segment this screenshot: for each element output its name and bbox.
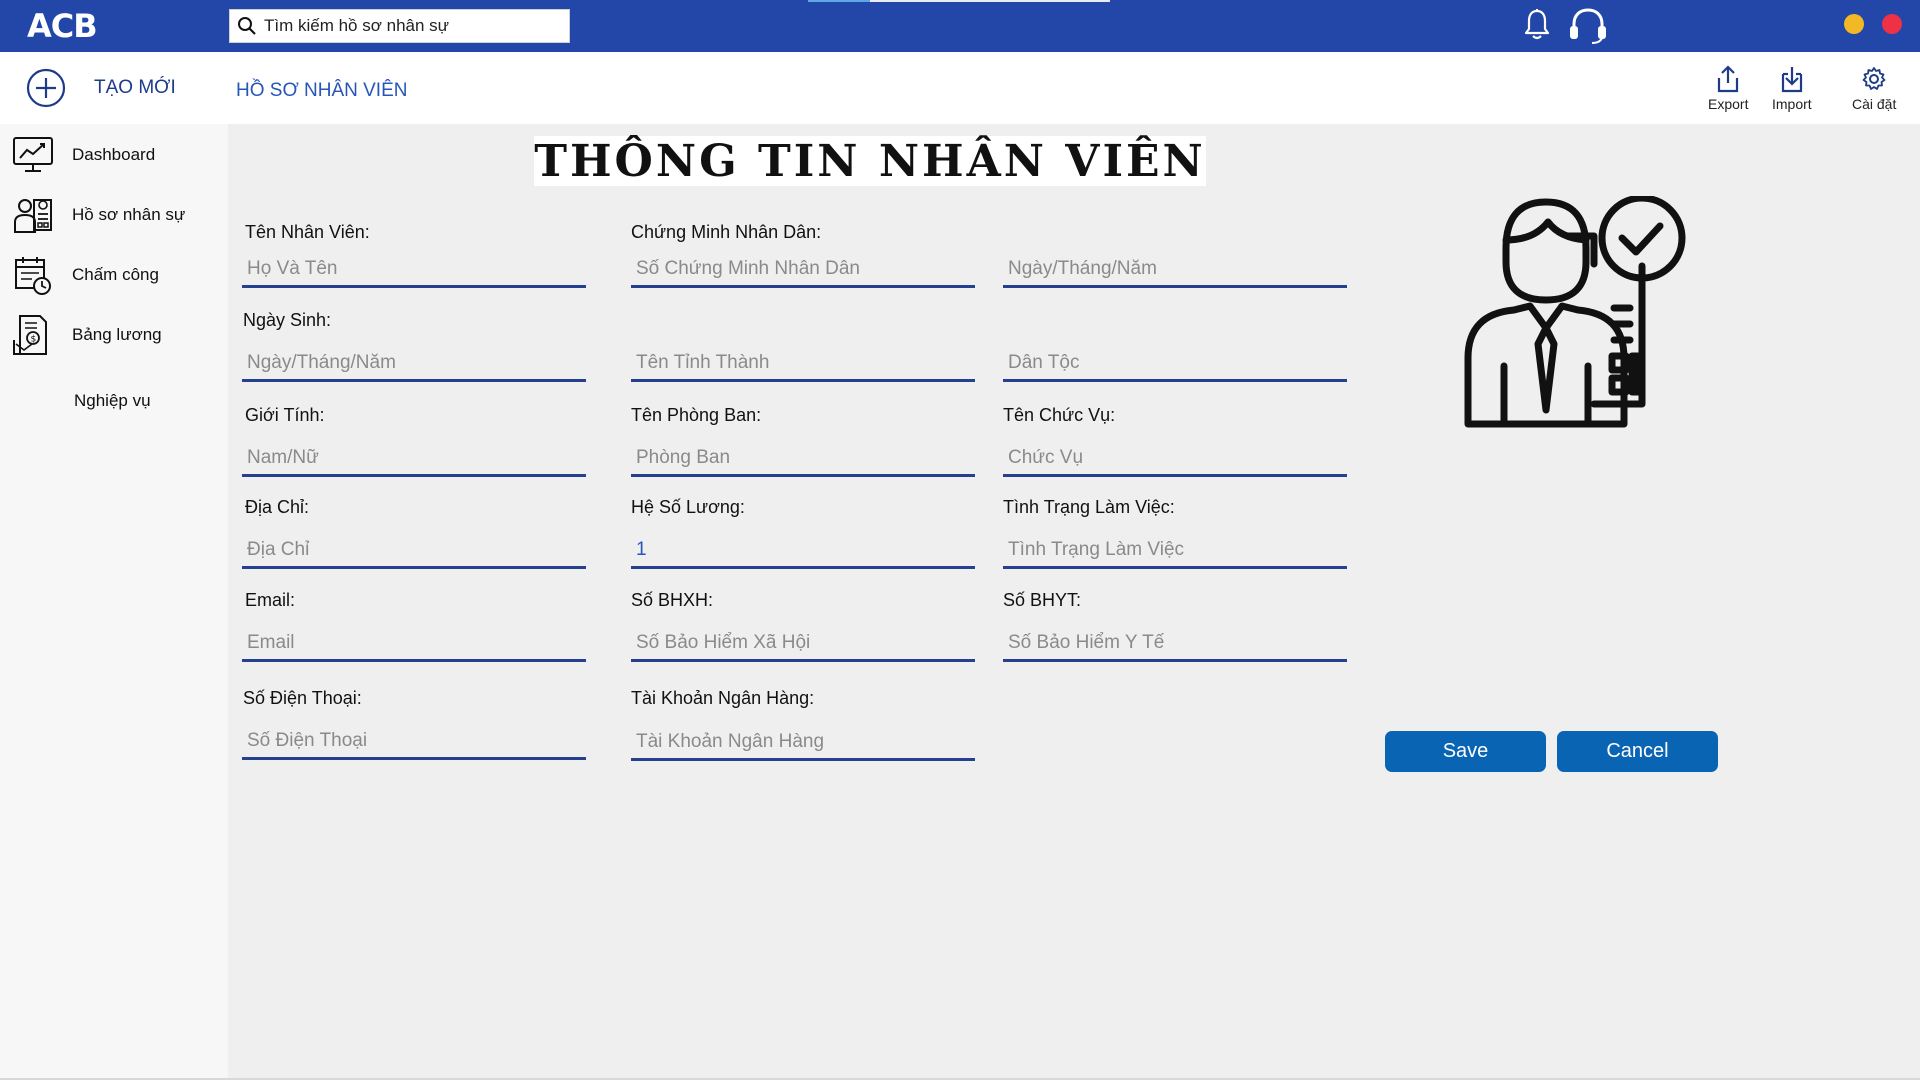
label-id-card: Chứng Minh Nhân Dân: — [631, 222, 822, 242]
id-card-input[interactable] — [631, 252, 975, 285]
sidebar-item-label: Chấm công — [72, 265, 159, 284]
id-date-field[interactable] — [1003, 252, 1347, 288]
import-label: Import — [1772, 96, 1812, 112]
export-button[interactable]: Export — [1708, 64, 1748, 112]
salary-coef-field[interactable] — [631, 533, 975, 569]
label-dob: Ngày Sinh: — [243, 310, 332, 330]
sidebar: Dashboard Hồ sơ nhân sự Chấm công $ Bảng… — [0, 124, 228, 1080]
sidebar-item-label: Bảng lương — [72, 325, 162, 344]
email-input[interactable] — [242, 626, 586, 659]
create-new-button[interactable]: TẠO MỚI — [26, 68, 176, 108]
name-input[interactable] — [242, 252, 586, 285]
close-button[interactable] — [1882, 14, 1902, 34]
import-icon — [1781, 67, 1802, 93]
sidebar-item-timekeeping[interactable]: Chấm công — [12, 254, 159, 296]
label-bank-account: Tài Khoản Ngân Hàng: — [631, 688, 815, 708]
address-field[interactable] — [242, 533, 586, 569]
label-address: Địa Chỉ: — [245, 497, 310, 517]
bank-account-input[interactable] — [631, 725, 975, 758]
position-input[interactable] — [1003, 441, 1347, 474]
tab-employee-profile[interactable]: HỒ SƠ NHÂN VIÊN — [236, 80, 407, 102]
top-bar: ACB — [0, 0, 1920, 52]
bell-icon[interactable] — [1522, 8, 1552, 42]
health-insurance-input[interactable] — [1003, 626, 1347, 659]
ethnicity-field[interactable] — [1003, 346, 1347, 382]
health-insurance-field[interactable] — [1003, 626, 1347, 662]
position-field[interactable] — [1003, 441, 1347, 477]
employee-id-illustration-icon — [1464, 196, 1686, 428]
export-icon — [1718, 65, 1739, 93]
name-field[interactable] — [242, 252, 586, 288]
settings-label: Cài đặt — [1852, 96, 1897, 112]
province-input[interactable] — [631, 346, 975, 379]
province-field[interactable] — [631, 346, 975, 382]
social-insurance-field[interactable] — [631, 626, 975, 662]
sidebar-item-label: Nghiệp vụ — [74, 391, 151, 410]
address-input[interactable] — [242, 533, 586, 566]
sidebar-item-operations[interactable]: Nghiệp vụ — [12, 380, 151, 422]
salary-coef-input[interactable] — [631, 533, 975, 566]
sidebar-item-label: Dashboard — [72, 145, 156, 164]
search-icon — [230, 9, 264, 43]
save-button[interactable]: Save — [1385, 731, 1546, 772]
chart-monitor-icon — [13, 137, 53, 172]
department-input[interactable] — [631, 441, 975, 474]
label-name: Tên Nhân Viên: — [245, 222, 370, 242]
gender-input[interactable] — [242, 441, 586, 474]
label-phone: Số Điện Thoại: — [243, 688, 362, 708]
payroll-icon: $ — [13, 315, 47, 355]
bank-account-field[interactable] — [631, 725, 975, 761]
settings-button[interactable]: Cài đặt — [1852, 64, 1896, 112]
department-field[interactable] — [631, 441, 975, 477]
label-position: Tên Chức Vụ: — [1003, 405, 1116, 425]
work-status-field[interactable] — [1003, 533, 1347, 569]
sidebar-item-label: Hồ sơ nhân sự — [72, 205, 186, 224]
id-card-field[interactable] — [631, 252, 975, 288]
ethnicity-input[interactable] — [1003, 346, 1347, 379]
toolbar: TẠO MỚI HỒ SƠ NHÂN VIÊN Export Import Cà… — [0, 52, 1920, 124]
label-department: Tên Phòng Ban: — [631, 405, 762, 425]
sidebar-item-employee-profile[interactable]: Hồ sơ nhân sự — [12, 194, 185, 236]
export-label: Export — [1708, 96, 1749, 112]
label-salary-coef: Hệ Số Lương: — [631, 497, 745, 517]
svg-text:$: $ — [31, 335, 37, 345]
dob-input[interactable] — [242, 346, 586, 379]
phone-field[interactable] — [242, 724, 586, 760]
gender-field[interactable] — [242, 441, 586, 477]
cancel-button[interactable]: Cancel — [1557, 731, 1718, 772]
form-title-text: THÔNG TIN NHÂN VIÊN — [534, 135, 1206, 187]
minimize-button[interactable] — [1844, 14, 1864, 34]
app-logo: ACB — [27, 7, 98, 45]
label-gender: Giới Tính: — [245, 405, 325, 425]
social-insurance-input[interactable] — [631, 626, 975, 659]
email-field[interactable] — [242, 626, 586, 662]
dob-field[interactable] — [242, 346, 586, 382]
calendar-clock-icon — [15, 257, 51, 295]
label-health-insurance: Số BHYT: — [1003, 590, 1082, 610]
search-input[interactable] — [264, 16, 564, 36]
form-title: THÔNG TIN NHÂN VIÊN — [534, 135, 1206, 187]
operations-icon-placeholder — [12, 380, 54, 422]
import-button[interactable]: Import — [1772, 64, 1812, 112]
sidebar-item-payroll[interactable]: $ Bảng lương — [12, 314, 162, 356]
phone-input[interactable] — [242, 724, 586, 757]
work-status-input[interactable] — [1003, 533, 1347, 566]
search-box[interactable] — [229, 9, 570, 43]
label-work-status: Tình Trạng Làm Việc: — [1003, 497, 1175, 517]
top-accent-highlight — [808, 0, 870, 2]
employee-profile-icon — [14, 199, 52, 233]
label-email: Email: — [245, 590, 296, 610]
label-social-insurance: Số BHXH: — [631, 590, 714, 610]
id-date-input[interactable] — [1003, 252, 1347, 285]
plus-circle-icon — [26, 68, 66, 108]
gear-icon — [1862, 67, 1886, 90]
headset-icon[interactable] — [1566, 6, 1610, 46]
create-new-label: TẠO MỚI — [94, 77, 176, 98]
sidebar-item-dashboard[interactable]: Dashboard — [12, 134, 155, 176]
